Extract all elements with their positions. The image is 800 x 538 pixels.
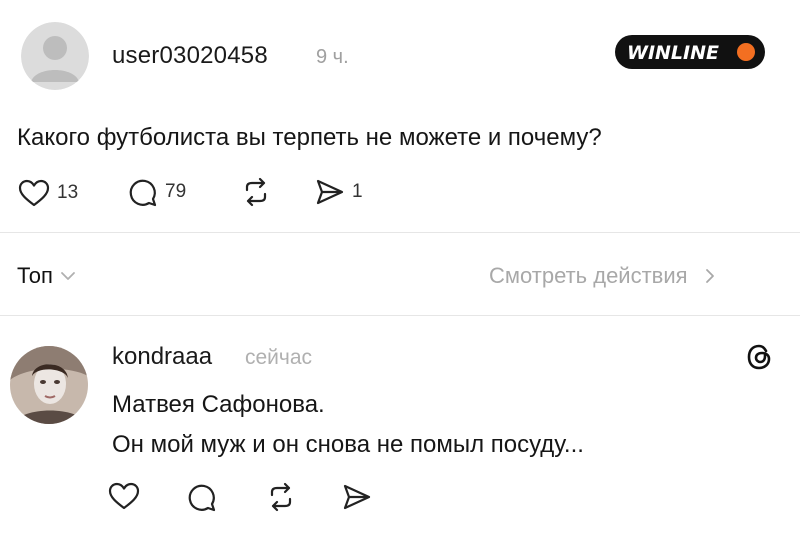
author-username[interactable]: user03020458 <box>112 42 268 70</box>
comment-reply-button[interactable] <box>186 481 218 518</box>
post-text: Какого футболиста вы терпеть не можете и… <box>17 124 602 151</box>
chevron-down-icon <box>60 272 75 280</box>
repost-button[interactable] <box>240 176 272 208</box>
comment-repost-button[interactable] <box>265 481 297 518</box>
comment-like-button[interactable] <box>107 481 141 516</box>
view-activity-label: Смотреть действия <box>489 263 688 288</box>
commenter-avatar[interactable] <box>10 346 88 424</box>
view-activity-link[interactable]: Смотреть действия <box>489 263 720 289</box>
repost-icon <box>245 177 267 207</box>
sort-label: Топ <box>17 263 53 288</box>
repost-icon <box>270 482 292 512</box>
share-count: 1 <box>352 181 363 202</box>
reply-button[interactable]: 79 <box>127 176 186 208</box>
winline-badge: WINLINE <box>614 34 766 70</box>
chevron-right-icon <box>705 269 714 283</box>
send-icon <box>316 179 344 205</box>
reply-count: 79 <box>165 181 187 202</box>
comment-text-line: Он мой муж и он снова не помыл посуду... <box>112 431 584 458</box>
author-avatar[interactable] <box>21 22 89 90</box>
comment-timestamp: сейчас <box>245 346 313 369</box>
like-count: 13 <box>57 182 79 203</box>
heart-icon <box>18 179 50 207</box>
comment-text-line: Матвея Сафонова. <box>112 391 325 418</box>
divider <box>0 315 800 316</box>
default-avatar-icon <box>21 22 89 90</box>
threads-logo-icon[interactable] <box>744 342 774 372</box>
commenter-photo <box>10 346 88 424</box>
divider <box>0 232 800 233</box>
speech-bubble-icon <box>129 179 157 207</box>
share-button[interactable]: 1 <box>314 176 363 208</box>
sort-dropdown[interactable]: Топ <box>17 263 77 289</box>
brand-text: WINLINE <box>627 42 719 64</box>
winline-logo: WINLINE <box>615 35 765 69</box>
commenter-username[interactable]: kondraaa <box>112 343 212 371</box>
comment-share-button[interactable] <box>341 481 373 518</box>
send-icon <box>343 484 371 510</box>
heart-icon <box>108 482 140 510</box>
speech-bubble-icon <box>188 484 216 512</box>
like-button[interactable]: 13 <box>17 178 78 208</box>
post-timestamp: 9 ч. <box>316 46 349 68</box>
